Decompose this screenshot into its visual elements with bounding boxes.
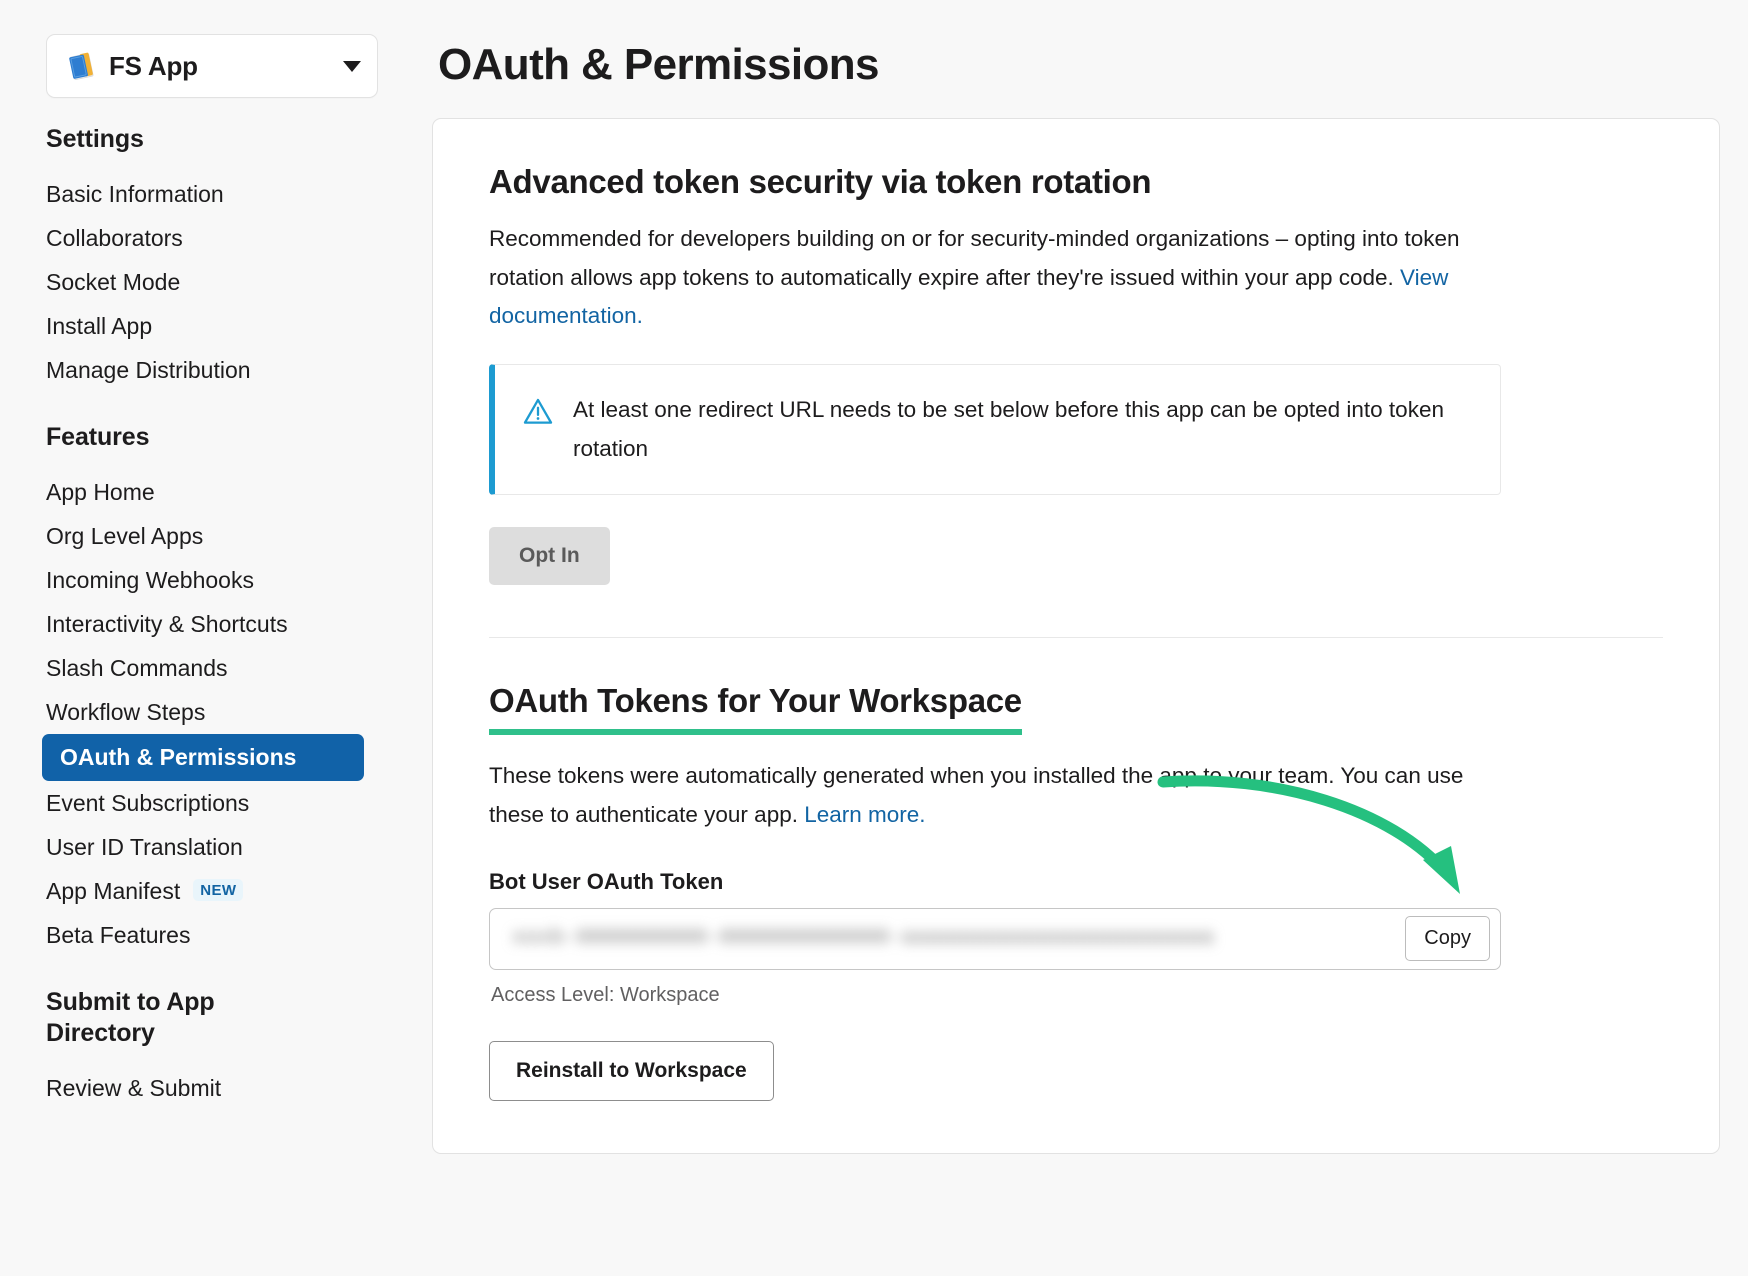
sidebar-item-label: Manage Distribution <box>46 359 251 382</box>
app-name: FS App <box>109 51 335 82</box>
sidebar-item-socket-mode[interactable]: Socket Mode <box>0 260 420 304</box>
status-badge-new: NEW <box>193 879 243 901</box>
sidebar-item-label: App Home <box>46 481 155 504</box>
sidebar-item-manage-distribution[interactable]: Manage Distribution <box>0 348 420 392</box>
opt-in-button[interactable]: Opt In <box>489 527 610 585</box>
sidebar-item-label: User ID Translation <box>46 836 243 859</box>
sidebar-item-label: Workflow Steps <box>46 701 205 724</box>
sidebar-heading-submit-to-app-directory: Submit to App Directory <box>0 987 420 1049</box>
sidebar-item-app-manifest[interactable]: App Manifest NEW <box>0 869 420 913</box>
sidebar-item-label: App Manifest <box>46 880 180 903</box>
warning-triangle-icon <box>521 395 555 434</box>
token-rotation-description: Recommended for developers building on o… <box>489 220 1499 336</box>
sidebar-item-label: Event Subscriptions <box>46 792 249 815</box>
sidebar-item-oauth-permissions[interactable]: OAuth & Permissions <box>42 734 364 781</box>
sidebar-item-label: Review & Submit <box>46 1077 221 1100</box>
app-selector[interactable]: FS App <box>46 34 378 98</box>
sidebar-heading-features: Features <box>0 422 420 453</box>
sidebar: FS App Settings Basic Information Collab… <box>0 0 420 1276</box>
learn-more-link[interactable]: Learn more. <box>804 802 925 827</box>
main-content: OAuth & Permissions Advanced token secur… <box>420 0 1748 1276</box>
sidebar-item-label: Interactivity & Shortcuts <box>46 613 288 636</box>
sidebar-item-interactivity-shortcuts[interactable]: Interactivity & Shortcuts <box>0 602 420 646</box>
section-title-token-rotation: Advanced token security via token rotati… <box>489 163 1663 201</box>
notebook-emoji-icon <box>65 49 99 83</box>
sidebar-item-label: Org Level Apps <box>46 525 203 548</box>
sidebar-group-features: Features App Home Org Level Apps Incomin… <box>0 422 420 957</box>
oauth-permissions-page: FS App Settings Basic Information Collab… <box>0 0 1748 1276</box>
sidebar-item-label: Install App <box>46 315 152 338</box>
sidebar-item-label: Beta Features <box>46 924 190 947</box>
sidebar-nav: Settings Basic Information Collaborators… <box>0 124 420 1110</box>
chevron-down-icon[interactable] <box>343 61 361 72</box>
sidebar-item-event-subscriptions[interactable]: Event Subscriptions <box>0 781 420 825</box>
redirect-url-warning-callout: At least one redirect URL needs to be se… <box>489 364 1501 495</box>
page-title: OAuth & Permissions <box>438 40 1720 90</box>
sidebar-item-workflow-steps[interactable]: Workflow Steps <box>0 690 420 734</box>
sidebar-heading-settings: Settings <box>0 124 420 155</box>
sidebar-group-settings: Settings Basic Information Collaborators… <box>0 124 420 392</box>
bot-token-value[interactable]: xoxb-0000000000-0000000000000-aaaaaaaaaa… <box>512 927 1405 950</box>
sidebar-item-label: Slash Commands <box>46 657 228 680</box>
sidebar-item-install-app[interactable]: Install App <box>0 304 420 348</box>
reinstall-to-workspace-button[interactable]: Reinstall to Workspace <box>489 1041 774 1101</box>
sidebar-item-label: Basic Information <box>46 183 224 206</box>
token-rotation-description-text: Recommended for developers building on o… <box>489 226 1460 290</box>
sidebar-item-beta-features[interactable]: Beta Features <box>0 913 420 957</box>
sidebar-group-submit-to-app-directory: Submit to App Directory Review & Submit <box>0 987 420 1110</box>
bot-token-field-row: xoxb-0000000000-0000000000000-aaaaaaaaaa… <box>489 908 1501 970</box>
sidebar-item-app-home[interactable]: App Home <box>0 470 420 514</box>
sidebar-item-slash-commands[interactable]: Slash Commands <box>0 646 420 690</box>
bot-token-label: Bot User OAuth Token <box>489 869 1663 895</box>
sidebar-item-collaborators[interactable]: Collaborators <box>0 216 420 260</box>
sidebar-item-incoming-webhooks[interactable]: Incoming Webhooks <box>0 558 420 602</box>
sidebar-item-user-id-translation[interactable]: User ID Translation <box>0 825 420 869</box>
spacer <box>0 396 420 422</box>
oauth-tokens-section: OAuth Tokens for Your Workspace These to… <box>489 682 1663 1100</box>
sidebar-item-label: Collaborators <box>46 227 183 250</box>
sidebar-item-org-level-apps[interactable]: Org Level Apps <box>0 514 420 558</box>
callout-text: At least one redirect URL needs to be se… <box>573 391 1470 468</box>
sidebar-item-basic-information[interactable]: Basic Information <box>0 172 420 216</box>
sidebar-item-label: Incoming Webhooks <box>46 569 254 592</box>
bot-token-access-level: Access Level: Workspace <box>491 984 1663 1007</box>
oauth-tokens-description: These tokens were automatically generate… <box>489 757 1499 834</box>
sidebar-item-review-submit[interactable]: Review & Submit <box>0 1066 420 1110</box>
spacer <box>0 961 420 987</box>
oauth-tokens-description-text: These tokens were automatically generate… <box>489 763 1463 827</box>
sidebar-item-label: Socket Mode <box>46 271 180 294</box>
copy-button[interactable]: Copy <box>1405 916 1490 961</box>
content-card: Advanced token security via token rotati… <box>432 118 1720 1154</box>
section-title-oauth-tokens: OAuth Tokens for Your Workspace <box>489 682 1022 735</box>
sidebar-item-label: OAuth & Permissions <box>60 746 296 769</box>
section-divider <box>489 637 1663 638</box>
reinstall-button-wrap: Reinstall to Workspace <box>489 1041 1663 1101</box>
